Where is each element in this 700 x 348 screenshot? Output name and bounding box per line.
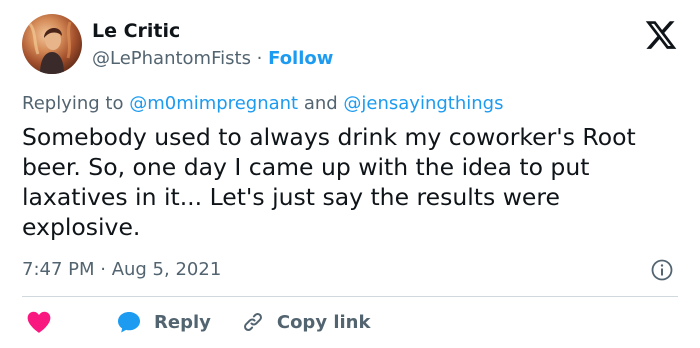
author-handle-row: @LePhantomFists · Follow [92,47,333,71]
reply-label: Reply [154,311,211,333]
replying-prefix: Replying to [22,93,130,114]
reply-bubble-icon [118,312,140,333]
tweet-timestamp[interactable]: 7:47 PM · Aug 5, 2021 [22,258,221,282]
info-icon[interactable] [650,258,674,282]
x-logo-icon[interactable] [644,18,678,52]
reply-button[interactable]: Reply [52,310,211,334]
author-display-name[interactable]: Le Critic [92,19,333,43]
action-bar: Reply Copy link [22,308,370,336]
link-icon [243,313,262,331]
mention-link-2[interactable]: @jensayingthings [343,93,503,114]
replying-conjunction: and [298,93,344,114]
avatar[interactable] [22,14,82,74]
author-handle[interactable]: @LePhantomFists [92,48,251,69]
mention-link-1[interactable]: @m0mimpregnant [129,93,298,114]
author-block: Le Critic @LePhantomFists · Follow [92,19,333,71]
tweet-text: Somebody used to always drink my coworke… [22,123,636,241]
divider [22,296,678,297]
separator-dot: · [250,48,269,69]
copy-link-label: Copy link [276,311,371,333]
heart-icon[interactable] [26,310,52,334]
follow-button[interactable]: Follow [268,48,333,69]
avatar-portrait-icon [28,21,72,74]
replying-to-line: Replying to @m0mimpregnant and @jensayin… [22,92,503,116]
copy-link-button[interactable]: Copy link [211,310,371,334]
